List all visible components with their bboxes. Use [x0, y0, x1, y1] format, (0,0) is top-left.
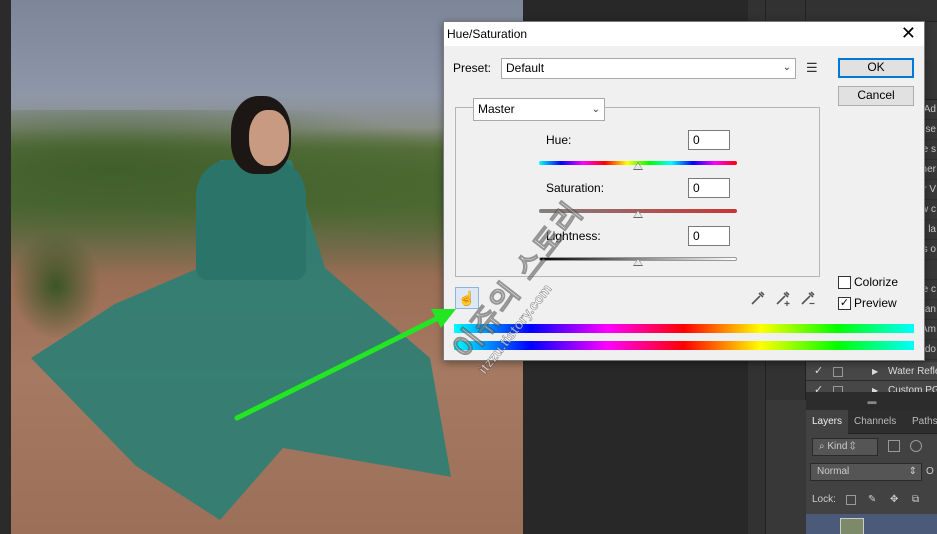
preset-value: Default	[506, 61, 545, 75]
lock-brush-icon[interactable]: ✎	[868, 486, 876, 514]
eyedropper-icon[interactable]	[749, 289, 767, 307]
chevron-down-icon: ⌄	[591, 104, 600, 115]
lightness-input[interactable]: 0	[688, 226, 730, 246]
layers-tab-bar: Layers Channels Paths	[806, 410, 937, 434]
preset-label: Preset:	[453, 61, 492, 75]
filter-row: ⌕ Kind ⇕	[806, 434, 937, 460]
visibility-check-icon[interactable]: ✓	[814, 362, 823, 381]
artboard-lock-icon[interactable]: ⧉	[912, 486, 919, 514]
tab-channels[interactable]: Channels	[848, 410, 902, 434]
layer-box-icon	[833, 367, 843, 377]
hue-slider-thumb[interactable]	[633, 162, 643, 170]
adjustment-filter-icon[interactable]	[910, 440, 922, 452]
tab-layers[interactable]: Layers	[806, 410, 849, 434]
dialog-titlebar[interactable]: Hue/Saturation ✕	[444, 22, 924, 46]
lock-label: Lock:	[812, 494, 836, 505]
cancel-button[interactable]: Cancel	[838, 86, 914, 106]
lock-move-icon[interactable]: ✥	[890, 486, 898, 514]
saturation-label: Saturation:	[546, 181, 605, 195]
opacity-label: O	[926, 466, 934, 477]
layer-thumbnail	[840, 518, 864, 534]
blend-mode-value: Normal	[817, 466, 850, 477]
dialog-title: Hue/Saturation	[447, 27, 528, 41]
tools-edge	[0, 0, 11, 534]
channel-value: Master	[478, 102, 515, 116]
preset-select[interactable]: Default ⌄	[501, 58, 796, 79]
image-filter-icon[interactable]	[888, 440, 900, 452]
kind-label: Kind	[827, 441, 848, 452]
eyedropper-plus-icon[interactable]	[774, 289, 792, 307]
background-layer-row[interactable]	[806, 514, 937, 534]
saturation-input[interactable]: 0	[688, 178, 730, 198]
ok-button[interactable]: OK	[838, 58, 914, 78]
preset-options-icon[interactable]: ☰	[806, 60, 818, 76]
panel-resize-handle[interactable]: ▬	[806, 392, 937, 410]
panel-header	[806, 0, 937, 22]
lock-transparent-icon[interactable]	[846, 495, 856, 505]
torso	[196, 160, 306, 280]
eyedropper-minus-icon[interactable]	[799, 289, 817, 307]
blend-row: Normal ⇕ O	[806, 460, 937, 486]
lock-row: Lock: ✎ ✥ ⧉	[806, 486, 937, 514]
preview-label: Preview	[854, 296, 897, 310]
expand-triangle-icon[interactable]: ▶	[872, 362, 878, 381]
colorize-label: Colorize	[854, 275, 899, 289]
layer-row[interactable]: ✓ ▶ Water Refle	[806, 362, 937, 381]
preview-checkbox[interactable]: ✓	[838, 297, 851, 310]
face	[249, 110, 289, 166]
hue-input[interactable]: 0	[688, 130, 730, 150]
saturation-slider-thumb[interactable]	[633, 210, 643, 218]
kind-filter-select[interactable]: ⌕ Kind ⇕	[812, 438, 878, 456]
colorize-checkbox[interactable]	[838, 276, 851, 289]
tab-paths[interactable]: Paths	[906, 410, 937, 434]
layer-name: Water Refle	[888, 366, 937, 377]
chevron-down-icon: ⌄	[782, 62, 791, 73]
photoshop-workspace: Ad (se e s Ther r Vw ce la rs oe c nan Am odo ✓ …	[0, 0, 937, 534]
blend-mode-select[interactable]: Normal ⇕	[810, 463, 922, 481]
channel-select[interactable]: Master ⌄	[473, 98, 605, 121]
close-icon[interactable]: ✕	[901, 24, 916, 42]
hue-label: Hue:	[546, 133, 572, 147]
lightness-slider-thumb[interactable]	[633, 258, 643, 266]
